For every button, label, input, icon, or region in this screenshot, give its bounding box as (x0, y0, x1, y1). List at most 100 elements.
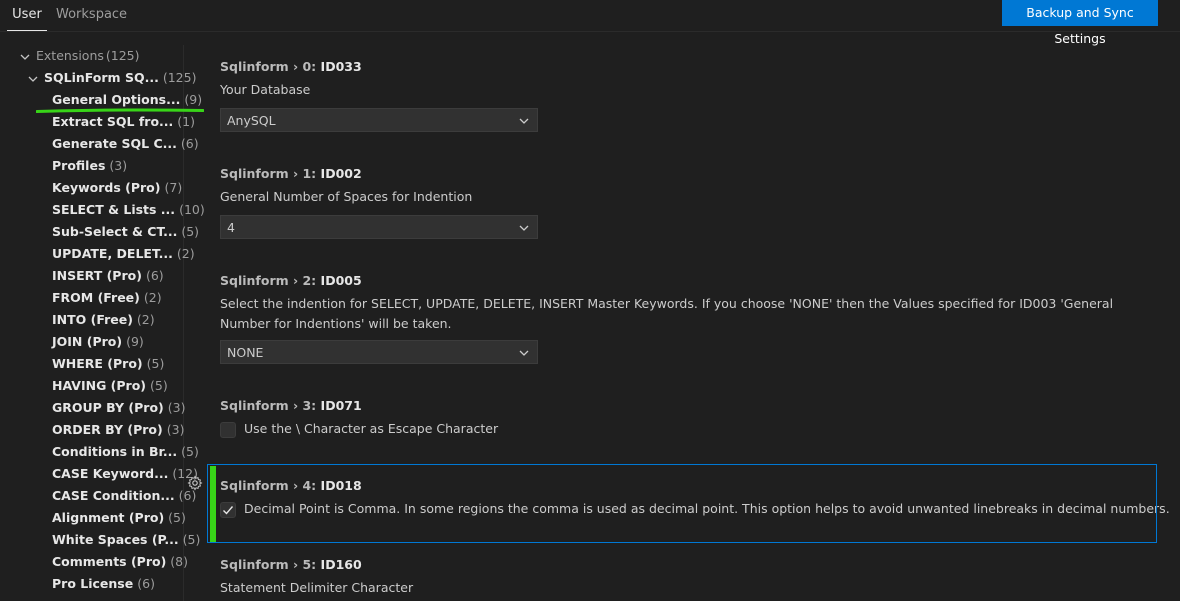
toc-item-label: Keywords (Pro) (52, 180, 161, 195)
toc-item-count: (7) (164, 180, 183, 195)
toc-extensions-count: (125) (105, 48, 140, 63)
settings-toc: Extensions (125) SQLinForm SQ... (125) Gen… (0, 45, 205, 601)
toc-item[interactable]: Sub-Select & CT... (5) (52, 221, 199, 243)
toc-item-count: (2) (136, 312, 155, 327)
master-keyword-indention-select[interactable]: NONE (220, 340, 538, 364)
chevron-down-icon (519, 225, 529, 231)
select-value: 4 (227, 220, 235, 235)
toc-item-label: JOIN (Pro) (52, 334, 123, 349)
setting-category: Sqlinform › 2: (220, 273, 321, 288)
setting-title: Sqlinform › 3: ID071 (220, 396, 498, 416)
toc-item[interactable]: WHERE (Pro) (5) (52, 353, 164, 375)
toc-item[interactable]: JOIN (Pro) (9) (52, 331, 144, 353)
chevron-down-icon (28, 74, 38, 84)
setting-title: Sqlinform › 0: ID033 (220, 57, 362, 77)
settings-header: User Workspace Backup and Sync Settings (0, 0, 1180, 46)
setting-checkbox-row: Use the \ Character as Escape Character (220, 419, 498, 439)
database-select[interactable]: AnySQL (220, 108, 538, 132)
setting-description: Use the \ Character as Escape Character (244, 421, 499, 436)
setting-item: Sqlinform › 3: ID071 Use the \ Character… (220, 396, 498, 439)
toc-item[interactable]: INSERT (Pro) (6) (52, 265, 164, 287)
toc-item[interactable]: Generate SQL C... (6) (52, 133, 199, 155)
toc-item-label: Extract SQL fro... (52, 114, 174, 129)
toc-extensions[interactable]: Extensions (125) (20, 45, 140, 67)
toc-item[interactable]: SELECT & Lists ... (10) (52, 199, 205, 221)
toc-item-count: (6) (145, 268, 164, 283)
setting-title: Sqlinform › 2: ID005 (220, 271, 1120, 291)
toc-item[interactable]: ORDER BY (Pro) (3) (52, 419, 184, 441)
toc-item-label: Conditions in Br... (52, 444, 178, 459)
toc-extensions-label: Extensions (36, 48, 104, 63)
toc-item-label: Alignment (Pro) (52, 510, 165, 525)
setting-description: General Number of Spaces for Indention (220, 189, 473, 204)
setting-item: Sqlinform › 0: ID033 Your Database (220, 57, 362, 100)
toc-item-label: White Spaces (P... (52, 532, 179, 547)
toc-item[interactable]: Pro License (6) (52, 573, 155, 595)
toc-item[interactable]: INTO (Free) (2) (52, 309, 155, 331)
indention-spaces-select[interactable]: 4 (220, 215, 538, 239)
toc-item[interactable]: FROM (Free) (2) (52, 287, 162, 309)
toc-sqlinform[interactable]: SQLinForm SQ... (125) (28, 67, 196, 89)
setting-category: Sqlinform › 1: (220, 166, 321, 181)
toc-item[interactable]: Profiles (3) (52, 155, 127, 177)
toc-item[interactable]: CASE Condition... (6) (52, 485, 196, 507)
chevron-down-icon (20, 52, 30, 62)
toc-item[interactable]: HAVING (Pro) (5) (52, 375, 168, 397)
toc-item-label: SELECT & Lists ... (52, 202, 176, 217)
setting-key: ID005 (320, 273, 362, 288)
modified-indicator-bar (210, 466, 216, 542)
toc-item[interactable]: CASE Keyword... (12) (52, 463, 198, 485)
setting-description: Statement Delimiter Character (220, 580, 414, 595)
toc-item-label: HAVING (Pro) (52, 378, 147, 393)
setting-category: Sqlinform › 5: (220, 557, 321, 572)
toc-item[interactable]: GROUP BY (Pro) (3) (52, 397, 185, 419)
setting-item: Sqlinform › 1: ID002 General Number of S… (220, 164, 472, 207)
chevron-down-icon (519, 118, 529, 124)
toc-item-label: INSERT (Pro) (52, 268, 142, 283)
toc-item[interactable]: White Spaces (P... (5) (52, 529, 200, 551)
toc-item-count: (5) (146, 356, 165, 371)
escape-character-checkbox[interactable] (220, 421, 236, 438)
setting-title: Sqlinform › 1: ID002 (220, 164, 472, 184)
backup-sync-button[interactable]: Backup and Sync Settings (1002, 0, 1158, 46)
select-value: AnySQL (227, 113, 276, 128)
toc-item-label: Pro License (52, 576, 134, 591)
setting-title: Sqlinform › 5: ID160 (220, 555, 413, 575)
chevron-down-icon (519, 350, 529, 356)
toc-item[interactable]: Comments (Pro) (8) (52, 551, 188, 573)
toc-sqlinform-label: SQLinForm SQ... (44, 70, 159, 85)
toc-item-label: Sub-Select & CT... (52, 224, 178, 239)
toc-item-label: GROUP BY (Pro) (52, 400, 164, 415)
setting-item: Sqlinform › 5: ID160 Statement Delimiter… (220, 555, 413, 598)
setting-category: Sqlinform › 0: (220, 59, 321, 74)
toc-item-label: Comments (Pro) (52, 554, 167, 569)
toc-item-count: (6) (137, 576, 155, 591)
setting-key: ID071 (320, 398, 362, 413)
toc-item-label: Generate SQL C... (52, 136, 177, 151)
tab-user[interactable]: User (7, 0, 47, 31)
toc-item[interactable]: Conditions in Br... (5) (52, 441, 199, 463)
setting-description: Your Database (220, 82, 311, 97)
toc-item-count: (3) (166, 422, 185, 437)
setting-key: ID160 (320, 557, 362, 572)
toc-item[interactable]: Alignment (Pro) (5) (52, 507, 186, 529)
setting-key: ID002 (320, 166, 362, 181)
focused-setting-outline (207, 464, 1157, 543)
toc-item[interactable]: Keywords (Pro) (7) (52, 177, 182, 199)
setting-key: ID033 (320, 59, 362, 74)
toc-item-label: INTO (Free) (52, 312, 133, 327)
toc-item-label: CASE Keyword... (52, 466, 169, 481)
toc-item-label: UPDATE, DELET... (52, 246, 173, 261)
toc-item[interactable]: UPDATE, DELET... (2) (52, 243, 195, 265)
toc-item-label: WHERE (Pro) (52, 356, 143, 371)
select-value: NONE (227, 345, 264, 360)
setting-item: Sqlinform › 2: ID005 Select the indentio… (220, 271, 1120, 334)
toc-item-count: (2) (143, 290, 162, 305)
toc-item[interactable]: Extract SQL fro... (1) (52, 111, 195, 133)
toc-item-label: CASE Condition... (52, 488, 175, 503)
setting-category: Sqlinform › 3: (220, 398, 321, 413)
setting-description: Select the indention for SELECT, UPDATE,… (220, 296, 1114, 331)
toc-item-label: FROM (Free) (52, 290, 140, 305)
tab-workspace[interactable]: Workspace (56, 0, 127, 30)
gear-icon[interactable] (187, 475, 203, 491)
